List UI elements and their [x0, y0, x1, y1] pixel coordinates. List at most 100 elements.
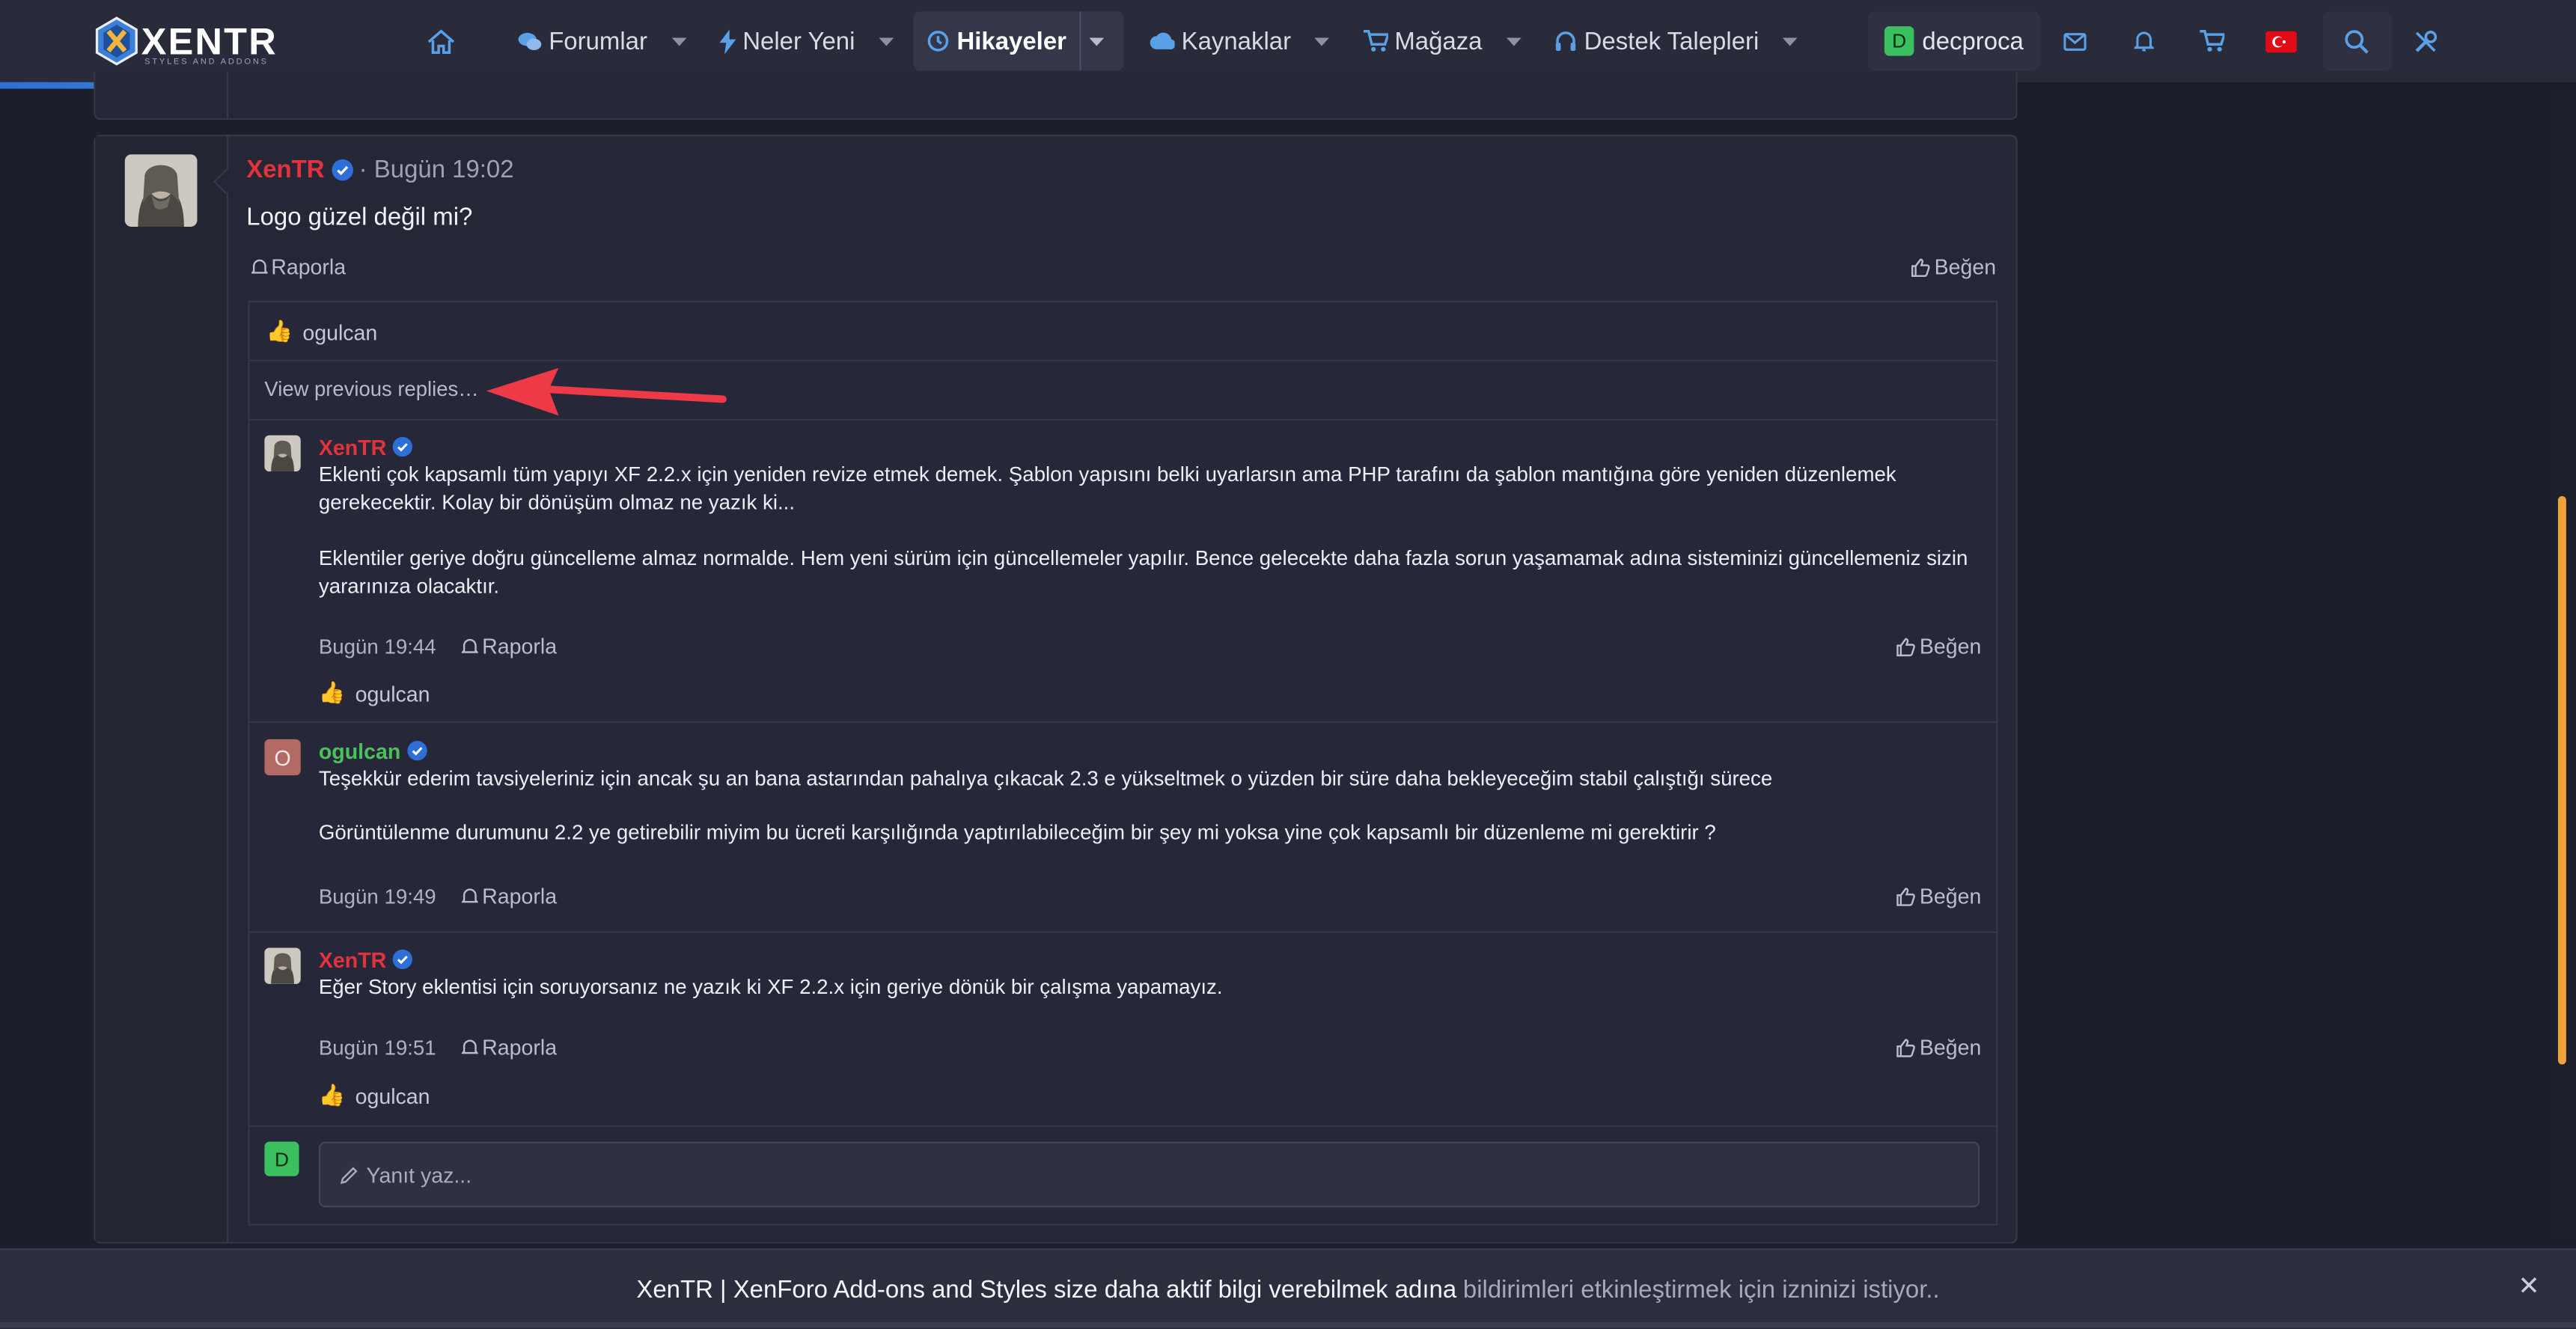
nav-whats-new-dropdown[interactable]	[868, 11, 904, 70]
comment-avatar[interactable]	[264, 435, 301, 472]
post-like-label: Beğen	[1934, 254, 1997, 280]
comment-author[interactable]: ogulcan	[319, 739, 429, 764]
cart-icon	[1363, 29, 1388, 52]
nav-stories[interactable]: Hikayeler	[914, 11, 1124, 71]
turkey-flag-icon	[2265, 30, 2298, 52]
nav-home[interactable]	[414, 11, 474, 70]
username: decproca	[1922, 27, 2024, 55]
verified-badge-icon	[331, 159, 352, 181]
logo-wordmark: XENTR	[141, 19, 278, 63]
account-menu[interactable]: D decproca	[1867, 11, 2040, 71]
comment-time[interactable]: Bugün 19:49	[319, 885, 436, 908]
nav-support-label: Destek Talepleri	[1584, 27, 1759, 55]
comment-author[interactable]: XenTR	[319, 436, 415, 460]
post-like-button[interactable]: Beğen	[1911, 254, 1996, 279]
portrait-image	[124, 154, 198, 227]
nav-forums[interactable]: Forumlar	[504, 11, 661, 70]
comment-footer: Bugün 19:49 Raporla Beğen	[319, 884, 1982, 908]
comment-footer: Bugün 19:51 Raporla Beğen	[319, 1035, 1982, 1060]
view-previous-replies-link[interactable]: View previous replies…	[264, 378, 478, 401]
nav-store-label: Mağaza	[1394, 27, 1483, 55]
bell-outline-icon	[462, 638, 479, 653]
bell-outline-icon	[251, 259, 268, 274]
comment-avatar[interactable]: O	[264, 739, 301, 776]
comment-like-button[interactable]: Beğen	[1896, 1035, 1981, 1060]
post-time[interactable]: · Bugün 19:02	[359, 156, 514, 184]
style-tools-button[interactable]	[2392, 11, 2461, 70]
push-notice-bar: XenTR | XenForo Add-ons and Styles size …	[0, 1248, 2576, 1329]
comment-body: Teşekkür ederim tavsiyeleriniz için anca…	[318, 767, 1773, 845]
post-report-button[interactable]: Raporla	[251, 254, 346, 279]
post-reactions: 👍 ogulcan	[249, 302, 1997, 361]
nav-support[interactable]: Destek Talepleri	[1542, 11, 1772, 70]
comment-reactions: 👍 ogulcan	[318, 1082, 430, 1108]
nav-resources-dropdown[interactable]	[1304, 11, 1340, 70]
comments-section: 👍 ogulcan View previous replies… XenTR E…	[248, 300, 1998, 1226]
site-logo[interactable]: XENTR STYLES AND ADDONS	[95, 15, 278, 67]
comment-footer: Bugün 19:44 Raporla Beğen	[319, 634, 1982, 659]
profile-post: XenTR · Bugün 19:02 Logo güzel değil mi?…	[94, 135, 2018, 1244]
comment-like-button[interactable]: Beğen	[1896, 884, 1981, 908]
logo-tagline: STYLES AND ADDONS	[144, 57, 269, 68]
chevron-down-icon	[671, 37, 686, 46]
post-header: XenTR · Bugün 19:02	[246, 156, 513, 184]
bell-icon	[2133, 31, 2154, 52]
user-tools: D decproca	[1867, 11, 2461, 71]
push-notice-link[interactable]: bildirimleri etkinleştirmek için izniniz…	[1463, 1276, 1940, 1304]
comment-author[interactable]: XenTR	[319, 948, 415, 973]
tools-icon	[2416, 29, 2438, 52]
comment-reactions: 👍 ogulcan	[318, 679, 430, 706]
nav-store-dropdown[interactable]	[1495, 11, 1531, 70]
previous-message-tail	[94, 72, 2018, 120]
reply-input[interactable]: Yanıt yaz...	[318, 1141, 1980, 1208]
search-button[interactable]	[2322, 11, 2392, 71]
comment-report-button[interactable]: Raporla	[462, 884, 557, 908]
chevron-down-icon	[879, 37, 894, 46]
envelope-icon	[2063, 32, 2087, 50]
comment-report-button[interactable]: Raporla	[462, 634, 557, 659]
verified-badge-icon	[393, 949, 415, 971]
nav-stories-dropdown[interactable]	[1079, 11, 1117, 71]
pencil-icon	[340, 1166, 358, 1184]
post-body: Logo güzel değil mi?	[246, 204, 473, 232]
alerts-button[interactable]	[2109, 11, 2178, 70]
comment-like-button[interactable]: Beğen	[1896, 634, 1981, 659]
author-avatar[interactable]	[124, 154, 198, 227]
like-reaction-icon: 👍	[318, 1082, 346, 1108]
nav-support-dropdown[interactable]	[1772, 11, 1808, 70]
bell-outline-icon	[462, 888, 479, 903]
post-author-name[interactable]: XenTR	[246, 156, 324, 184]
nav-store[interactable]: Mağaza	[1350, 11, 1495, 70]
comment-time[interactable]: Bugün 19:51	[319, 1036, 436, 1059]
nav-resources-label: Kaynaklar	[1181, 27, 1292, 55]
nav-whats-new[interactable]: Neler Yeni	[706, 11, 868, 70]
comment-avatar[interactable]	[264, 947, 301, 984]
chat-bubbles-icon	[518, 31, 542, 49]
close-icon[interactable]: ✕	[2518, 1270, 2539, 1303]
page-scrollbar[interactable]	[2553, 88, 2576, 1239]
comment-body: Eklenti çok kapsamlı tüm yapıyı XF 2.2.x…	[318, 463, 1968, 599]
main-nav: Forumlar Neler Yeni Hikayeler Kaynaklar …	[414, 11, 1808, 71]
chevron-down-icon	[1314, 37, 1330, 46]
nav-forums-dropdown[interactable]	[661, 11, 697, 70]
cart-button[interactable]	[2178, 11, 2247, 70]
reaction-user[interactable]: ogulcan	[302, 320, 377, 344]
nav-forums-label: Forumlar	[549, 27, 647, 55]
nav-whats-new-label: Neler Yeni	[742, 27, 855, 55]
annotation-arrow-icon	[486, 367, 727, 416]
comment-item: XenTR Eğer Story eklentisi için soruyors…	[249, 933, 1997, 1127]
home-icon	[427, 28, 455, 53]
inbox-button[interactable]	[2040, 11, 2109, 70]
lightning-icon	[719, 28, 736, 54]
comment-body: Eğer Story eklentisi için soruyorsanız n…	[318, 975, 1223, 999]
scrollbar-thumb[interactable]	[2557, 495, 2566, 1065]
thumbs-up-icon	[1897, 637, 1916, 656]
chevron-down-icon	[1506, 37, 1522, 46]
language-button[interactable]	[2247, 11, 2316, 70]
nav-resources[interactable]: Kaynaklar	[1137, 11, 1304, 70]
like-reaction-icon: 👍	[266, 318, 293, 343]
thumbs-up-icon	[1897, 887, 1916, 905]
comment-time[interactable]: Bugün 19:44	[319, 635, 436, 658]
comment-report-button[interactable]: Raporla	[462, 1035, 557, 1060]
push-notice-text: XenTR | XenForo Add-ons and Styles size …	[636, 1275, 1457, 1304]
